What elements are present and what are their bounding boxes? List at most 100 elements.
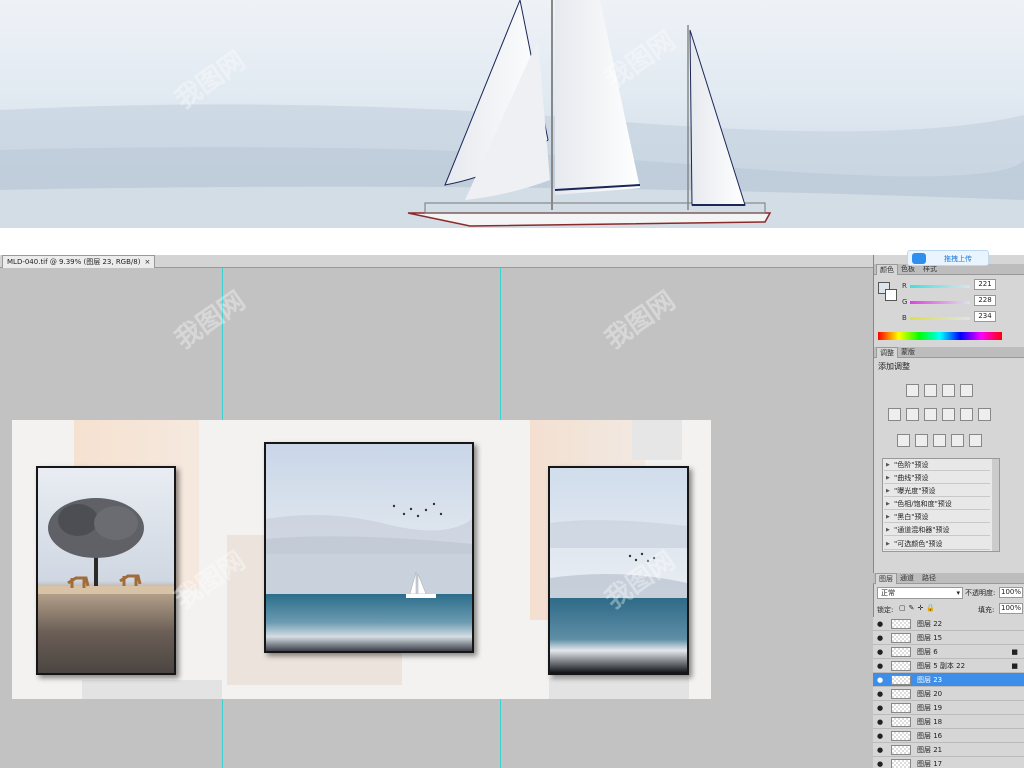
tab-color[interactable]: 颜色 — [876, 264, 898, 275]
decor-block — [82, 680, 222, 699]
layer-thumbnail — [891, 717, 911, 727]
tab-channels[interactable]: 通道 — [897, 573, 917, 584]
layer-name: 图层 17 — [917, 760, 943, 768]
document-tab-title: MLD-040.tif @ 9.39% (图层 23, RGB/8) — [7, 258, 141, 266]
tab-masks[interactable]: 蒙版 — [898, 347, 918, 358]
b-value-field[interactable]: 234 — [974, 311, 996, 322]
adjustments-title: 添加调整 — [878, 362, 910, 371]
fill-field[interactable]: 100% — [999, 603, 1023, 614]
layer-thumbnail — [891, 689, 911, 699]
layer-name: 图层 23 — [917, 676, 943, 684]
layer-thumbnail — [891, 633, 911, 643]
layer-name: 图层 19 — [917, 704, 943, 712]
preset-item[interactable]: "色阶"预设 — [884, 459, 990, 471]
presets-scrollbar[interactable] — [992, 459, 999, 551]
tab-layers[interactable]: 图层 — [875, 573, 897, 584]
eye-icon[interactable]: ● — [877, 701, 883, 715]
posterize-icon[interactable] — [915, 434, 928, 447]
layers-panel-tabs: 图层 通道 路径 — [873, 573, 1024, 584]
layer-name: 图层 21 — [917, 746, 943, 754]
preset-item[interactable]: "可选颜色"预设 — [884, 538, 990, 550]
layer-name: 图层 6 — [917, 648, 938, 656]
framed-picture-sea[interactable] — [264, 442, 474, 653]
lock-icons[interactable]: ▢✎✛🔒 — [899, 604, 938, 612]
decor-block — [549, 678, 689, 699]
eye-icon[interactable]: ● — [877, 715, 883, 729]
framed-picture-tree[interactable] — [36, 466, 176, 675]
tab-paths[interactable]: 路径 — [919, 573, 939, 584]
eye-icon[interactable]: ● — [877, 687, 883, 701]
preset-item[interactable]: "黑白"预设 — [884, 511, 990, 523]
vibrance-icon[interactable] — [888, 408, 901, 421]
brightness-icon[interactable] — [906, 384, 919, 397]
layer-row[interactable]: ● 图层 21 — [873, 743, 1024, 757]
tab-adjustments[interactable]: 调整 — [876, 347, 898, 358]
r-value-field[interactable]: 221 — [974, 279, 996, 290]
layer-thumbnail — [891, 661, 911, 671]
selective-color-icon[interactable] — [969, 434, 982, 447]
white-strip — [0, 228, 1024, 255]
layer-row[interactable]: ● 图层 17 — [873, 757, 1024, 768]
chevron-down-icon: ▾ — [956, 589, 960, 597]
layer-name: 图层 20 — [917, 690, 943, 698]
b-slider[interactable] — [910, 317, 970, 320]
g-value-field[interactable]: 228 — [974, 295, 996, 306]
fill-label: 填充: — [978, 606, 995, 614]
eye-icon[interactable]: ● — [877, 617, 883, 631]
channel-mixer-icon[interactable] — [978, 408, 991, 421]
sailboat-illustration — [0, 0, 1024, 228]
layer-row[interactable]: ● 图层 19 — [873, 701, 1024, 715]
layer-row[interactable]: ● 图层 22 — [873, 617, 1024, 631]
opacity-field[interactable]: 100% — [999, 587, 1023, 598]
preset-item[interactable]: "色相/饱和度"预设 — [884, 498, 990, 510]
g-label: G — [902, 298, 908, 306]
layer-row[interactable]: ● 图层 15 — [873, 631, 1024, 645]
color-balance-icon[interactable] — [924, 408, 937, 421]
r-slider[interactable] — [910, 285, 970, 288]
black-white-icon[interactable] — [942, 408, 955, 421]
invert-icon[interactable] — [897, 434, 910, 447]
layer-row[interactable]: ● 图层 18 — [873, 715, 1024, 729]
layer-name: 图层 18 — [917, 718, 943, 726]
document-tab[interactable]: MLD-040.tif @ 9.39% (图层 23, RGB/8) × — [2, 255, 156, 268]
layer-row[interactable]: ● 图层 23 — [873, 673, 1024, 687]
preset-item[interactable]: "通道混和器"预设 — [884, 524, 990, 536]
layer-thumbnail — [891, 703, 911, 713]
close-icon[interactable]: × — [144, 258, 150, 266]
blend-mode-select[interactable]: 正常 ▾ — [877, 587, 963, 599]
g-slider[interactable] — [910, 301, 970, 304]
layer-row[interactable]: ● 图层 5 副本 22 ■ — [873, 659, 1024, 673]
threshold-icon[interactable] — [933, 434, 946, 447]
layer-row[interactable]: ● 图层 20 — [873, 687, 1024, 701]
lock-icon: ■ — [1011, 648, 1018, 656]
eye-icon[interactable]: ● — [877, 673, 883, 687]
photoshop-window: { "document_tab": {"title": "MLD-040.tif… — [0, 0, 1024, 768]
eye-icon[interactable]: ● — [877, 631, 883, 645]
adjustments-panel-tabs: 调整 蒙版 — [874, 347, 1024, 358]
eye-icon[interactable]: ● — [877, 729, 883, 743]
preset-item[interactable]: "曝光度"预设 — [884, 485, 990, 497]
upload-icon — [912, 253, 926, 264]
blend-mode-value: 正常 — [881, 589, 895, 597]
eye-icon[interactable]: ● — [877, 659, 883, 673]
opacity-label: 不透明度: — [965, 589, 996, 597]
hue-saturation-icon[interactable] — [906, 408, 919, 421]
preset-item[interactable]: "曲线"预设 — [884, 472, 990, 484]
eye-icon[interactable]: ● — [877, 645, 883, 659]
layer-row[interactable]: ● 图层 6 ■ — [873, 645, 1024, 659]
eye-icon[interactable]: ● — [877, 757, 883, 768]
layer-name: 图层 22 — [917, 620, 943, 628]
exposure-icon[interactable] — [960, 384, 973, 397]
framed-picture-sea-vertical[interactable] — [548, 466, 689, 675]
gradient-map-icon[interactable] — [951, 434, 964, 447]
background-color-swatch[interactable] — [885, 289, 897, 301]
sea-vertical-artwork — [550, 468, 687, 673]
eye-icon[interactable]: ● — [877, 743, 883, 757]
curves-icon[interactable] — [942, 384, 955, 397]
layer-name: 图层 15 — [917, 634, 943, 642]
photo-filter-icon[interactable] — [960, 408, 973, 421]
upload-button[interactable]: 拖拽上传 — [907, 250, 989, 266]
layer-row[interactable]: ● 图层 16 — [873, 729, 1024, 743]
levels-icon[interactable] — [924, 384, 937, 397]
color-spectrum-bar[interactable] — [878, 332, 1002, 340]
